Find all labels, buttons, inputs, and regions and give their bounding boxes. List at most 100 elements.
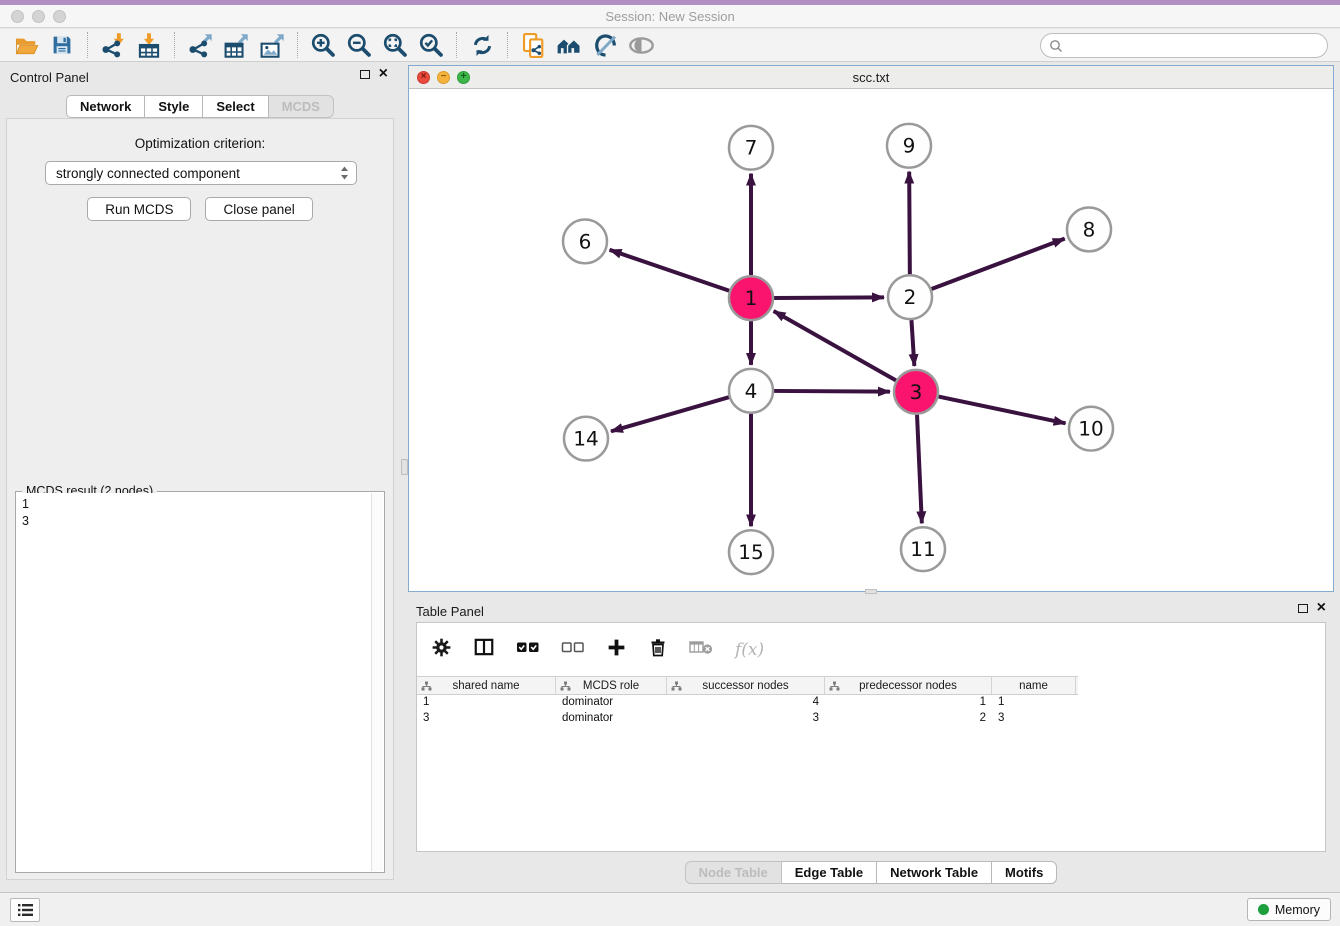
- show-all-views-icon[interactable]: [551, 30, 587, 60]
- graph-node-14[interactable]: 14: [564, 417, 608, 461]
- create-column-icon[interactable]: [606, 637, 627, 663]
- graph-edge-3-11[interactable]: [917, 415, 922, 524]
- cell-predecessor-nodes[interactable]: 1: [825, 695, 992, 711]
- graph-node-11[interactable]: 11: [901, 527, 945, 571]
- export-image-icon[interactable]: [254, 30, 290, 60]
- export-network-icon[interactable]: [182, 30, 218, 60]
- tab-node-table[interactable]: Node Table: [685, 861, 782, 884]
- clone-network-icon[interactable]: [515, 30, 551, 60]
- search-input[interactable]: [1069, 38, 1327, 53]
- network-window-titlebar[interactable]: scc.txt: [409, 66, 1333, 89]
- criterion-dropdown-value: strongly connected component: [56, 166, 339, 181]
- column-header-name[interactable]: name: [992, 677, 1076, 694]
- tab-select[interactable]: Select: [203, 95, 268, 118]
- close-panel-button[interactable]: Close panel: [205, 197, 312, 221]
- close-panel-icon[interactable]: ×: [379, 69, 388, 79]
- graph-edges[interactable]: [610, 172, 1066, 527]
- float-panel-icon[interactable]: [360, 70, 370, 79]
- float-table-panel-icon[interactable]: [1298, 604, 1308, 613]
- cell-successor-nodes[interactable]: 4: [667, 695, 825, 711]
- cell-mcds-role[interactable]: dominator: [556, 695, 667, 711]
- graph-node-1[interactable]: 1: [729, 276, 773, 320]
- show-columns-icon[interactable]: [473, 636, 495, 663]
- zoom-in-icon[interactable]: [305, 30, 341, 60]
- tab-network[interactable]: Network: [66, 95, 145, 118]
- graph-node-6[interactable]: 6: [563, 219, 607, 263]
- cell-shared-name[interactable]: 1: [417, 695, 556, 711]
- tab-edge-table[interactable]: Edge Table: [782, 861, 877, 884]
- tab-mcds[interactable]: MCDS: [269, 95, 334, 118]
- cell-name[interactable]: 1: [992, 695, 1076, 711]
- table-row[interactable]: 1 dominator 4 1 1: [417, 695, 1078, 711]
- save-session-icon[interactable]: [44, 30, 80, 60]
- overview-eye-icon[interactable]: [623, 30, 659, 60]
- graph-edge-2-8[interactable]: [932, 239, 1065, 289]
- task-history-button[interactable]: [10, 898, 40, 922]
- horizontal-splitter-handle[interactable]: [865, 589, 877, 594]
- mcds-result-text[interactable]: 1 3: [17, 493, 371, 871]
- open-session-icon[interactable]: [8, 30, 44, 60]
- session-title: Session: New Session: [0, 9, 1340, 24]
- graph-edge-4-3[interactable]: [774, 391, 890, 392]
- hide-graphics-details-icon[interactable]: [587, 30, 623, 60]
- cell-successor-nodes[interactable]: 3: [667, 711, 825, 727]
- tab-style[interactable]: Style: [145, 95, 203, 118]
- run-mcds-button[interactable]: Run MCDS: [87, 197, 191, 221]
- toolbar-separator: [87, 32, 88, 58]
- graph-node-10[interactable]: 10: [1069, 407, 1113, 451]
- zoom-fit-icon[interactable]: [377, 30, 413, 60]
- tab-motifs[interactable]: Motifs: [992, 861, 1057, 884]
- import-network-icon[interactable]: [95, 30, 131, 60]
- graph-edge-4-14[interactable]: [611, 397, 729, 431]
- toolbar-separator: [456, 32, 457, 58]
- graph-edge-1-6[interactable]: [610, 250, 730, 291]
- graph-node-15[interactable]: 15: [729, 530, 773, 574]
- zoom-out-icon[interactable]: [341, 30, 377, 60]
- graph-edge-1-2[interactable]: [774, 297, 884, 298]
- network-canvas[interactable]: 7 9 6 8 1 2 4 3 14 10 15 11: [409, 90, 1333, 591]
- function-builder-icon[interactable]: f(x): [735, 640, 764, 660]
- export-table-icon[interactable]: [218, 30, 254, 60]
- cell-predecessor-nodes[interactable]: 2: [825, 711, 992, 727]
- table-row[interactable]: 3 dominator 3 2 3: [417, 711, 1078, 727]
- column-header-mcds-role[interactable]: MCDS role: [556, 677, 667, 694]
- mcds-result-group: MCDS result (2 nodes) 1 3: [15, 491, 385, 873]
- main-titlebar: Session: New Session: [0, 5, 1340, 28]
- graph-edge-2-9[interactable]: [909, 172, 910, 275]
- refresh-view-icon[interactable]: [464, 30, 500, 60]
- zoom-selected-icon[interactable]: [413, 30, 449, 60]
- graph-node-9[interactable]: 9: [887, 124, 931, 168]
- panel-splitter[interactable]: [400, 62, 408, 892]
- control-panel-title: Control Panel: [10, 70, 89, 85]
- graph-node-label: 10: [1078, 417, 1103, 441]
- memory-button[interactable]: Memory: [1247, 898, 1331, 921]
- select-all-icon[interactable]: [516, 640, 540, 659]
- cell-name[interactable]: 3: [992, 711, 1076, 727]
- graph-node-8[interactable]: 8: [1067, 208, 1111, 252]
- graph-edge-2-3[interactable]: [911, 320, 914, 366]
- deselect-all-icon[interactable]: [561, 640, 585, 659]
- cell-mcds-role[interactable]: dominator: [556, 711, 667, 727]
- graph-edge-3-1[interactable]: [774, 311, 896, 380]
- tab-network-table[interactable]: Network Table: [877, 861, 992, 884]
- delete-columns-icon[interactable]: [648, 637, 668, 663]
- global-search-field[interactable]: [1040, 33, 1328, 58]
- graph-edge-3-10[interactable]: [939, 397, 1066, 424]
- column-header-successor-nodes[interactable]: successor nodes: [667, 677, 825, 694]
- table-mode-gear-icon[interactable]: [431, 637, 452, 663]
- graph-node-4[interactable]: 4: [729, 369, 773, 413]
- graph-node-7[interactable]: 7: [729, 126, 773, 170]
- result-scrollbar[interactable]: [371, 493, 383, 871]
- close-table-panel-icon[interactable]: ×: [1317, 603, 1326, 613]
- cell-shared-name[interactable]: 3: [417, 711, 556, 727]
- graph-node-3[interactable]: 3: [894, 370, 938, 414]
- delete-table-icon[interactable]: [689, 639, 714, 661]
- graph-node-2[interactable]: 2: [888, 275, 932, 319]
- column-header-shared-name[interactable]: shared name: [417, 677, 556, 694]
- splitter-handle[interactable]: [401, 459, 408, 475]
- optimization-criterion-label: Optimization criterion:: [7, 136, 393, 151]
- import-table-icon[interactable]: [131, 30, 167, 60]
- dropdown-stepper-icon: [339, 165, 350, 181]
- criterion-dropdown[interactable]: strongly connected component: [45, 161, 357, 185]
- column-header-predecessor-nodes[interactable]: predecessor nodes: [825, 677, 992, 694]
